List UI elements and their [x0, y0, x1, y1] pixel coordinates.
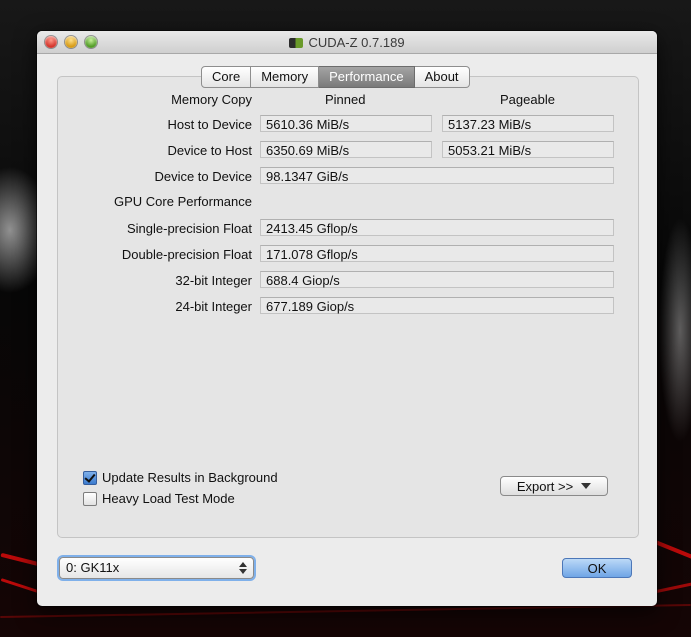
device-select-value: 0: GK11x — [66, 560, 120, 575]
device-to-host-label: Device to Host — [167, 143, 252, 158]
cuda-z-window: CUDA-Z 0.7.189 Memory Copy Pinned Pageab… — [37, 31, 657, 606]
update-background-label[interactable]: Update Results in Background — [102, 470, 278, 485]
host-to-device-pageable-value: 5137.23 MiB/s — [442, 115, 614, 132]
window-title: CUDA-Z 0.7.189 — [37, 35, 657, 50]
int24-value: 677.189 Giop/s — [260, 297, 614, 314]
checkbox-checked-icon[interactable] — [83, 470, 97, 485]
pageable-header: Pageable — [500, 92, 555, 107]
tab-about[interactable]: About — [414, 66, 470, 88]
device-select[interactable]: 0: GK11x — [59, 557, 254, 579]
tab-performance[interactable]: Performance — [319, 66, 415, 88]
update-background-checkbox[interactable]: Update Results in Background — [83, 470, 278, 485]
double-precision-label: Double-precision Float — [121, 247, 252, 262]
export-button[interactable]: Export >> — [500, 476, 608, 496]
checkbox-unchecked-icon[interactable] — [83, 491, 97, 506]
device-to-host-pageable-value: 5053.21 MiB/s — [442, 141, 614, 158]
heavy-load-checkbox[interactable]: Heavy Load Test Mode — [83, 491, 235, 506]
single-precision-value: 2413.45 Gflop/s — [260, 219, 614, 236]
device-to-device-label: Device to Device — [154, 169, 252, 184]
gpu-core-performance-label: GPU Core Performance — [114, 194, 252, 209]
select-arrows-icon — [239, 561, 247, 575]
dropdown-arrow-icon — [581, 483, 592, 489]
export-button-label: Export >> — [516, 479, 574, 494]
pinned-header: Pinned — [325, 92, 366, 107]
double-precision-value: 171.078 Gflop/s — [260, 245, 614, 262]
host-to-device-pinned-value: 5610.36 MiB/s — [260, 115, 432, 132]
wallpaper-streak — [0, 603, 691, 619]
int32-label: 32-bit Integer — [175, 273, 252, 288]
memory-copy-label: Memory Copy — [171, 92, 252, 107]
title-bar[interactable]: CUDA-Z 0.7.189 — [37, 31, 657, 54]
nvidia-logo-icon — [289, 37, 304, 48]
host-to-device-label: Host to Device — [167, 117, 252, 132]
wallpaper-streak — [651, 538, 691, 566]
heavy-load-label[interactable]: Heavy Load Test Mode — [102, 491, 235, 506]
device-to-device-value: 98.1347 GiB/s — [260, 167, 614, 184]
device-to-host-pinned-value: 6350.69 MiB/s — [260, 141, 432, 158]
int32-value: 688.4 Giop/s — [260, 271, 614, 288]
wallpaper-streak — [655, 579, 691, 594]
single-precision-label: Single-precision Float — [126, 221, 252, 236]
ok-button[interactable]: OK — [562, 558, 632, 578]
tab-bar: Core Memory Performance About — [201, 66, 470, 88]
performance-panel: Memory Copy Pinned Pageable Host to Devi… — [57, 76, 639, 538]
tab-memory[interactable]: Memory — [251, 66, 320, 88]
window-title-text: CUDA-Z 0.7.189 — [308, 35, 405, 50]
int24-label: 24-bit Integer — [175, 299, 252, 314]
tab-core[interactable]: Core — [201, 66, 252, 88]
